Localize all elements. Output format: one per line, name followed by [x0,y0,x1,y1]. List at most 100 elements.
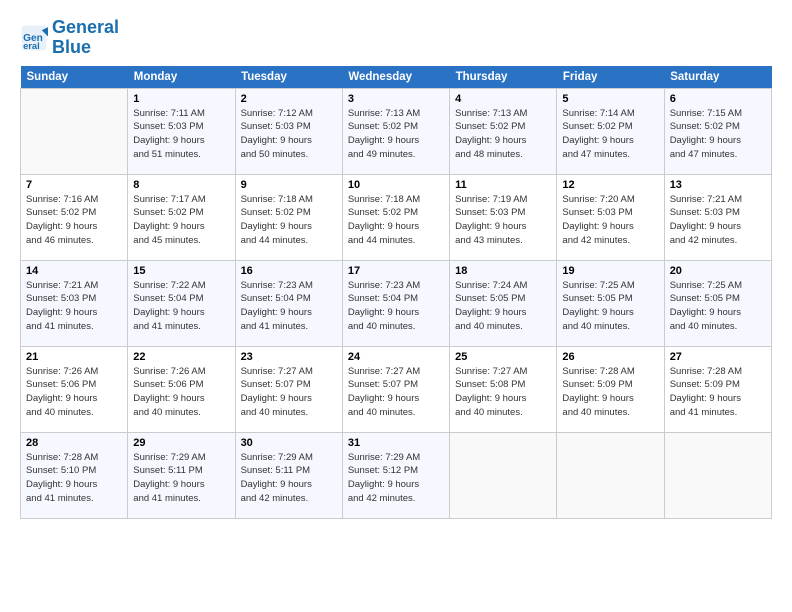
day-info: Sunrise: 7:23 AMSunset: 5:04 PMDaylight:… [241,279,337,334]
calendar-cell: 8 Sunrise: 7:17 AMSunset: 5:02 PMDaylight… [128,174,235,260]
day-number: 10 [348,179,444,191]
calendar-week-row: 28 Sunrise: 7:28 AMSunset: 5:10 PMDayligh… [21,432,772,518]
day-number: 17 [348,265,444,277]
calendar-cell: 22 Sunrise: 7:26 AMSunset: 5:06 PMDayligh… [128,346,235,432]
calendar-cell: 9 Sunrise: 7:18 AMSunset: 5:02 PMDaylight… [235,174,342,260]
day-number: 11 [455,179,551,191]
day-info: Sunrise: 7:13 AMSunset: 5:02 PMDaylight:… [348,107,444,162]
day-info: Sunrise: 7:29 AMSunset: 5:12 PMDaylight:… [348,451,444,506]
day-number: 30 [241,437,337,449]
day-number: 18 [455,265,551,277]
day-number: 13 [670,179,766,191]
day-number: 5 [562,93,658,105]
day-info: Sunrise: 7:20 AMSunset: 5:03 PMDaylight:… [562,193,658,248]
day-number: 29 [133,437,229,449]
calendar-cell: 3 Sunrise: 7:13 AMSunset: 5:02 PMDaylight… [342,88,449,174]
calendar-cell: 1 Sunrise: 7:11 AMSunset: 5:03 PMDaylight… [128,88,235,174]
day-number: 22 [133,351,229,363]
calendar-cell: 31Sunrise: 7:29 AMSunset: 5:12 PMDayligh… [342,432,449,518]
logo: Gen eral General Blue [20,18,119,58]
calendar-cell: 13 Sunrise: 7:21 AMSunset: 5:03 PMDayligh… [664,174,771,260]
calendar-cell: 2 Sunrise: 7:12 AMSunset: 5:03 PMDaylight… [235,88,342,174]
calendar-cell: 14 Sunrise: 7:21 AMSunset: 5:03 PMDayligh… [21,260,128,346]
logo-text: General Blue [52,18,119,58]
day-info: Sunrise: 7:29 AMSunset: 5:11 PMDaylight:… [133,451,229,506]
calendar-cell: 4 Sunrise: 7:13 AMSunset: 5:02 PMDaylight… [450,88,557,174]
day-info: Sunrise: 7:17 AMSunset: 5:02 PMDaylight:… [133,193,229,248]
day-info: Sunrise: 7:27 AMSunset: 5:07 PMDaylight:… [241,365,337,420]
day-number: 15 [133,265,229,277]
day-info: Sunrise: 7:28 AMSunset: 5:09 PMDaylight:… [670,365,766,420]
day-number: 26 [562,351,658,363]
day-info: Sunrise: 7:28 AMSunset: 5:09 PMDaylight:… [562,365,658,420]
day-info: Sunrise: 7:27 AMSunset: 5:07 PMDaylight:… [348,365,444,420]
day-info: Sunrise: 7:21 AMSunset: 5:03 PMDaylight:… [26,279,122,334]
day-info: Sunrise: 7:13 AMSunset: 5:02 PMDaylight:… [455,107,551,162]
svg-text:eral: eral [23,41,40,51]
calendar-cell: 19Sunrise: 7:25 AMSunset: 5:05 PMDayligh… [557,260,664,346]
day-info: Sunrise: 7:15 AMSunset: 5:02 PMDaylight:… [670,107,766,162]
day-number: 20 [670,265,766,277]
day-info: Sunrise: 7:11 AMSunset: 5:03 PMDaylight:… [133,107,229,162]
calendar-table: SundayMondayTuesdayWednesdayThursdayFrid… [20,66,772,519]
day-number: 23 [241,351,337,363]
calendar-cell [664,432,771,518]
calendar-cell: 12 Sunrise: 7:20 AMSunset: 5:03 PMDayligh… [557,174,664,260]
day-number: 16 [241,265,337,277]
day-number: 4 [455,93,551,105]
calendar-cell: 26 Sunrise: 7:28 AMSunset: 5:09 PMDayligh… [557,346,664,432]
day-info: Sunrise: 7:26 AMSunset: 5:06 PMDaylight:… [133,365,229,420]
day-info: Sunrise: 7:25 AMSunset: 5:05 PMDaylight:… [562,279,658,334]
header-friday: Friday [557,66,664,89]
calendar-week-row: 7Sunrise: 7:16 AMSunset: 5:02 PMDaylight… [21,174,772,260]
calendar-page: Gen eral General Blue SundayMondayTuesda… [0,0,792,612]
header-saturday: Saturday [664,66,771,89]
day-info: Sunrise: 7:28 AMSunset: 5:10 PMDaylight:… [26,451,122,506]
calendar-cell: 20 Sunrise: 7:25 AMSunset: 5:05 PMDayligh… [664,260,771,346]
day-number: 9 [241,179,337,191]
day-number: 2 [241,93,337,105]
calendar-cell: 28 Sunrise: 7:28 AMSunset: 5:10 PMDayligh… [21,432,128,518]
day-number: 21 [26,351,122,363]
calendar-cell: 18Sunrise: 7:24 AMSunset: 5:05 PMDayligh… [450,260,557,346]
calendar-cell [450,432,557,518]
calendar-cell: 29 Sunrise: 7:29 AMSunset: 5:11 PMDayligh… [128,432,235,518]
day-info: Sunrise: 7:21 AMSunset: 5:03 PMDaylight:… [670,193,766,248]
calendar-cell: 27 Sunrise: 7:28 AMSunset: 5:09 PMDayligh… [664,346,771,432]
day-number: 27 [670,351,766,363]
day-number: 3 [348,93,444,105]
calendar-header-row: SundayMondayTuesdayWednesdayThursdayFrid… [21,66,772,89]
calendar-cell: 24 Sunrise: 7:27 AMSunset: 5:07 PMDayligh… [342,346,449,432]
day-number: 1 [133,93,229,105]
day-number: 8 [133,179,229,191]
calendar-cell: 16 Sunrise: 7:23 AMSunset: 5:04 PMDayligh… [235,260,342,346]
logo-icon: Gen eral [20,24,48,52]
calendar-cell: 17 Sunrise: 7:23 AMSunset: 5:04 PMDayligh… [342,260,449,346]
day-info: Sunrise: 7:22 AMSunset: 5:04 PMDaylight:… [133,279,229,334]
day-info: Sunrise: 7:23 AMSunset: 5:04 PMDaylight:… [348,279,444,334]
day-info: Sunrise: 7:29 AMSunset: 5:11 PMDaylight:… [241,451,337,506]
calendar-week-row: 1 Sunrise: 7:11 AMSunset: 5:03 PMDaylight… [21,88,772,174]
page-header: Gen eral General Blue [20,18,772,58]
day-number: 24 [348,351,444,363]
calendar-week-row: 14 Sunrise: 7:21 AMSunset: 5:03 PMDayligh… [21,260,772,346]
day-info: Sunrise: 7:14 AMSunset: 5:02 PMDaylight:… [562,107,658,162]
calendar-cell: 10 Sunrise: 7:18 AMSunset: 5:02 PMDayligh… [342,174,449,260]
day-info: Sunrise: 7:18 AMSunset: 5:02 PMDaylight:… [348,193,444,248]
header-wednesday: Wednesday [342,66,449,89]
calendar-cell [557,432,664,518]
day-number: 28 [26,437,122,449]
day-number: 12 [562,179,658,191]
calendar-cell: 23 Sunrise: 7:27 AMSunset: 5:07 PMDayligh… [235,346,342,432]
calendar-cell: 25Sunrise: 7:27 AMSunset: 5:08 PMDayligh… [450,346,557,432]
calendar-cell: 5 Sunrise: 7:14 AMSunset: 5:02 PMDaylight… [557,88,664,174]
day-info: Sunrise: 7:18 AMSunset: 5:02 PMDaylight:… [241,193,337,248]
calendar-cell: 15 Sunrise: 7:22 AMSunset: 5:04 PMDayligh… [128,260,235,346]
day-info: Sunrise: 7:26 AMSunset: 5:06 PMDaylight:… [26,365,122,420]
day-number: 14 [26,265,122,277]
day-info: Sunrise: 7:25 AMSunset: 5:05 PMDaylight:… [670,279,766,334]
header-monday: Monday [128,66,235,89]
calendar-week-row: 21 Sunrise: 7:26 AMSunset: 5:06 PMDayligh… [21,346,772,432]
header-tuesday: Tuesday [235,66,342,89]
day-info: Sunrise: 7:12 AMSunset: 5:03 PMDaylight:… [241,107,337,162]
